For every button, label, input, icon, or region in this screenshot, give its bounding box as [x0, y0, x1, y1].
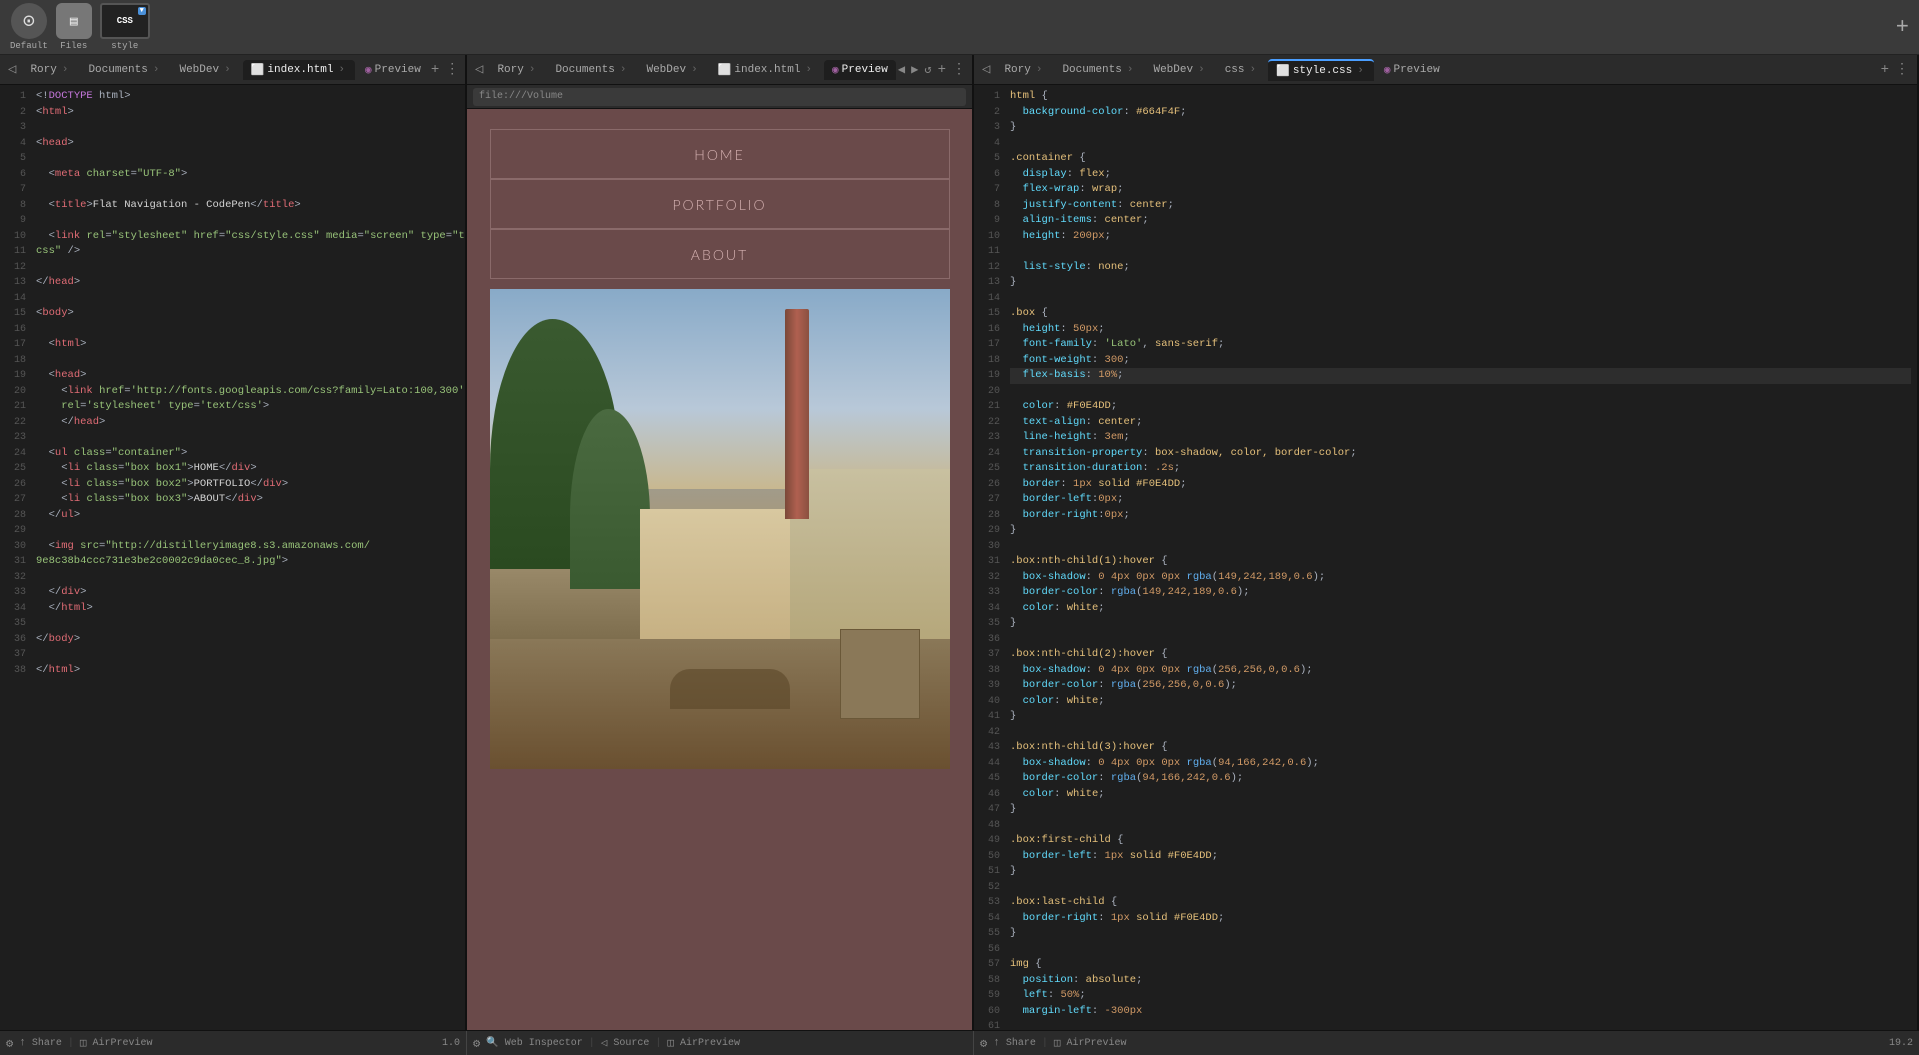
middle-forward[interactable]: ▶ [911, 62, 918, 77]
right-tab-bar: ◁ Rory › Documents › WebDev › css › ⬜ st… [974, 55, 1917, 85]
preview-image [490, 289, 950, 769]
nav-portfolio[interactable]: PORTFOLIO [490, 179, 950, 229]
factory-scene [490, 289, 950, 769]
middle-status-inspector-icon[interactable]: 🔍 [486, 1037, 498, 1049]
tab-stylecss-right[interactable]: ⬜ style.css › [1268, 59, 1374, 81]
middle-pane-nav-icon[interactable]: ◁ [471, 61, 487, 78]
right-code-area[interactable]: 12345 678910 1112131415 1617181920 21222… [974, 85, 1917, 1030]
tab-indexhtml-left[interactable]: ⬜ index.html › [243, 60, 355, 80]
nav-about[interactable]: ABOUT [490, 229, 950, 279]
middle-status-airpreview-icon[interactable]: ◫ [667, 1036, 674, 1050]
url-text: file:///Volume [479, 91, 563, 102]
url-bar: file:///Volume [467, 85, 972, 109]
panes-container: ◁ Rory › Documents › WebDev › ⬜ index.ht… [0, 55, 1919, 1030]
tab-rory-right[interactable]: Rory › [996, 61, 1052, 79]
html-icon-middle: ⬜ [718, 63, 732, 77]
left-code-content[interactable]: <!DOCTYPE html> <html> <head> <meta char… [30, 85, 465, 1030]
right-add-tab[interactable]: + [1881, 62, 1889, 78]
left-status-gear-icon[interactable]: ⚙ [6, 1036, 13, 1051]
toolbar-item-files[interactable]: ▤ Files [56, 3, 92, 51]
ground-pile [670, 669, 790, 709]
right-status-zoom: 19.2 [1889, 1038, 1913, 1049]
left-pane: ◁ Rory › Documents › WebDev › ⬜ index.ht… [0, 55, 467, 1030]
preview-icon-right: ◉ [1384, 63, 1391, 77]
left-pane-split[interactable]: ⋮ [445, 61, 459, 78]
url-field[interactable]: file:///Volume [473, 88, 966, 106]
tab-preview-middle[interactable]: ◉ Preview [824, 60, 896, 80]
right-status-airpreview-label[interactable]: AirPreview [1067, 1038, 1127, 1049]
left-status-share-label[interactable]: Share [32, 1038, 62, 1049]
middle-status-airpreview-label[interactable]: AirPreview [680, 1038, 740, 1049]
left-status-share-icon[interactable]: ↑ [19, 1037, 26, 1049]
tab-webdev-right[interactable]: WebDev › [1145, 61, 1214, 79]
middle-status-gear-icon[interactable]: ⚙ [473, 1036, 480, 1051]
toolbar: ⊙ Default ▤ Files CSS ▼ style + [0, 0, 1919, 55]
tab-webdev-middle[interactable]: WebDev › [638, 61, 707, 79]
right-pane-nav-icon[interactable]: ◁ [978, 61, 994, 78]
toolbar-default-label: Default [10, 41, 48, 51]
left-status-bar: ⚙ ↑ Share | ◫ AirPreview 1.0 [0, 1031, 467, 1055]
middle-pane-split[interactable]: ⋮ [952, 61, 966, 78]
preview-icon-middle: ◉ [832, 63, 839, 77]
html-file-icon: ⬜ [251, 63, 265, 77]
right-pane-split[interactable]: ⋮ [1895, 61, 1909, 78]
middle-add-tab[interactable]: + [938, 62, 946, 78]
tab-rory-middle[interactable]: Rory › [489, 61, 545, 79]
middle-status-inspector-label[interactable]: Web Inspector [505, 1038, 583, 1049]
left-pane-nav-icon[interactable]: ◁ [4, 61, 20, 78]
tab-documents-left[interactable]: Documents › [80, 61, 169, 79]
tab-css-right[interactable]: css › [1217, 61, 1266, 79]
left-status-airpreview-icon[interactable]: ◫ [80, 1036, 87, 1050]
left-code-area[interactable]: 12345 678910 1112131415 1617181920 21222… [0, 85, 465, 1030]
middle-back[interactable]: ◀ [898, 62, 905, 77]
middle-refresh[interactable]: ↺ [924, 62, 931, 77]
middle-tab-bar: ◁ Rory › Documents › WebDev › ⬜ index.ht… [467, 55, 972, 85]
tab-webdev-left[interactable]: WebDev › [171, 61, 240, 79]
tab-preview-right[interactable]: ◉ Preview [1376, 60, 1448, 80]
toolbar-item-default[interactable]: ⊙ Default [10, 3, 48, 51]
container-box [840, 629, 920, 719]
right-status-share-label[interactable]: Share [1006, 1038, 1036, 1049]
middle-pane-options: ◀ ▶ ↺ + ⋮ [898, 61, 970, 78]
left-status-zoom: 1.0 [442, 1038, 460, 1049]
middle-status-bar: ⚙ 🔍 Web Inspector | ◁ Source | ◫ AirPrev… [467, 1031, 974, 1055]
tab-rory-left[interactable]: Rory › [22, 61, 78, 79]
left-pane-options: + ⋮ [431, 61, 463, 78]
preview-area: HOME PORTFOLIO ABOUT [467, 109, 972, 1030]
middle-pane: ◁ Rory › Documents › WebDev › ⬜ index.ht… [467, 55, 974, 1030]
right-pane-options: + ⋮ [1881, 61, 1913, 78]
tab-documents-middle[interactable]: Documents › [547, 61, 636, 79]
right-status-bar: ⚙ ↑ Share | ◫ AirPreview 19.2 [974, 1031, 1919, 1055]
left-status-airpreview-label[interactable]: AirPreview [93, 1038, 153, 1049]
preview-icon-left: ◉ [365, 63, 372, 77]
tab-preview-left[interactable]: ◉ Preview [357, 60, 429, 80]
right-code-content[interactable]: html { background-color: #664F4F; } .con… [1004, 85, 1917, 1030]
right-status-gear-icon[interactable]: ⚙ [980, 1036, 987, 1051]
right-line-numbers: 12345 678910 1112131415 1617181920 21222… [974, 85, 1004, 1030]
add-pane-button[interactable]: + [1896, 15, 1909, 40]
tab-documents-right[interactable]: Documents › [1054, 61, 1143, 79]
left-line-numbers: 12345 678910 1112131415 1617181920 21222… [0, 85, 30, 1030]
toolbar-style-label: style [111, 41, 138, 51]
middle-status-source-label[interactable]: Source [613, 1038, 649, 1049]
nav-container: HOME PORTFOLIO ABOUT [490, 129, 950, 279]
right-status-airpreview-icon[interactable]: ◫ [1054, 1036, 1061, 1050]
middle-status-source-icon[interactable]: ◁ [601, 1036, 608, 1050]
chimney [785, 309, 809, 519]
all-status-bars: ⚙ ↑ Share | ◫ AirPreview 1.0 ⚙ 🔍 Web Ins… [0, 1030, 1919, 1055]
left-tab-bar: ◁ Rory › Documents › WebDev › ⬜ index.ht… [0, 55, 465, 85]
tab-indexhtml-middle[interactable]: ⬜ index.html › [710, 60, 822, 80]
toolbar-item-style[interactable]: CSS ▼ style [100, 3, 150, 51]
css-file-icon-right: ⬜ [1276, 64, 1290, 78]
right-pane: ◁ Rory › Documents › WebDev › css › ⬜ st… [974, 55, 1919, 1030]
left-add-tab[interactable]: + [431, 62, 439, 78]
right-status-share-icon[interactable]: ↑ [993, 1037, 1000, 1049]
nav-home[interactable]: HOME [490, 129, 950, 179]
toolbar-files-label: Files [60, 41, 87, 51]
